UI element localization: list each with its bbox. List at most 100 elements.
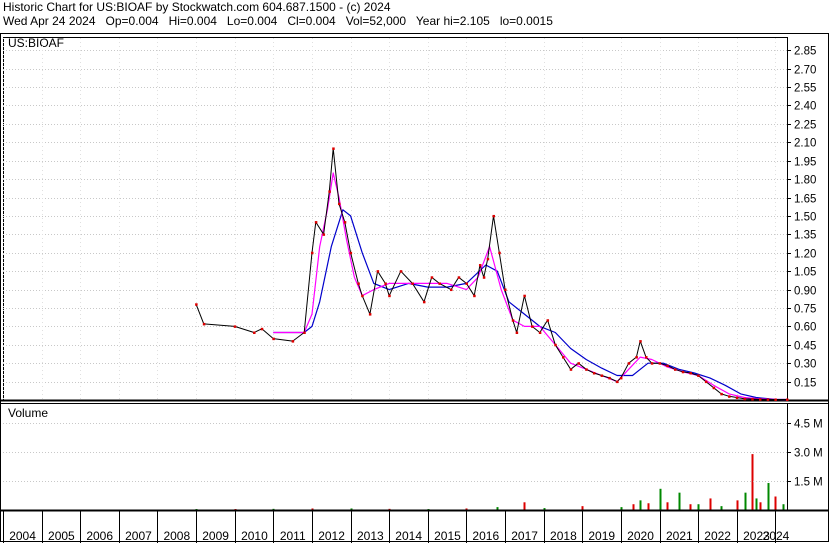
price-tick-label: 2.10 <box>794 138 816 150</box>
price-close-point <box>554 343 557 347</box>
price-tick-label: 0.90 <box>794 286 816 298</box>
price-close-point <box>195 303 198 306</box>
price-close-point <box>538 331 542 335</box>
x-tick-label: 2017 <box>511 529 538 543</box>
price-close-point <box>233 325 237 328</box>
price-close-point <box>697 374 700 377</box>
price-tick-label: 2.85 <box>794 46 816 58</box>
price-close-point <box>712 386 716 390</box>
price-close-point <box>310 251 314 255</box>
price-close-point <box>635 356 638 359</box>
price-close-point <box>585 368 588 371</box>
price-close-point <box>619 376 623 380</box>
price-tick-label: 2.25 <box>794 120 816 132</box>
x-tick-label: 2007 <box>125 529 152 543</box>
price-close-point <box>751 398 754 401</box>
x-tick-label: 2015 <box>434 529 461 543</box>
price-tick-label: 2.40 <box>794 101 816 113</box>
price-close-point <box>486 257 490 261</box>
price-close-point <box>689 372 692 375</box>
price-close-point <box>482 276 486 279</box>
price-close-point <box>786 398 789 402</box>
x-tick-label: 2010 <box>241 529 268 543</box>
price-close-point <box>658 362 662 365</box>
price-close-point <box>357 282 360 285</box>
price-close-point <box>430 276 434 279</box>
price-close-point <box>627 362 631 365</box>
price-close-point <box>704 380 708 384</box>
price-close-point <box>645 356 648 359</box>
price-tick-label: 0.45 <box>794 341 816 353</box>
x-tick-label: 2018 <box>550 529 577 543</box>
price-close-point <box>328 190 331 193</box>
x-tick-label: 2014 <box>395 529 422 543</box>
price-close-point <box>492 214 495 218</box>
price-tick-label: 1.95 <box>794 157 816 169</box>
price-close-point <box>253 331 256 335</box>
x-tick-label: 2016 <box>472 529 499 543</box>
price-close-point <box>422 300 426 304</box>
x-tick-label: 2011 <box>280 529 306 543</box>
price-close-point <box>774 398 777 402</box>
price-panel-title: US:BIOAF <box>8 36 64 50</box>
price-close-point <box>399 270 403 273</box>
price-close-point <box>349 251 353 255</box>
price-close-point <box>376 270 380 273</box>
price-close-point <box>515 331 519 335</box>
price-close-point <box>478 264 482 267</box>
price-close-point <box>314 221 318 224</box>
price-close-point <box>388 294 391 298</box>
volume-tick-label: 4.5 M <box>794 419 823 431</box>
x-tick-label: 2022 <box>704 529 731 543</box>
price-close-point <box>600 374 604 377</box>
price-close-point <box>758 398 762 401</box>
price-close-point <box>361 294 364 298</box>
price-close-point <box>523 294 526 298</box>
price-close-point <box>498 251 501 255</box>
volume-tick-label: 3.0 M <box>794 448 823 460</box>
price-tick-label: 1.50 <box>794 212 816 224</box>
price-tick-label: 1.05 <box>794 267 816 279</box>
price-close-point <box>728 395 731 398</box>
price-tick-label: 1.80 <box>794 175 816 187</box>
price-close-point <box>766 398 770 401</box>
price-close-point <box>438 282 441 285</box>
price-close-point <box>332 147 335 150</box>
x-tick-label: 2024 <box>763 529 790 543</box>
price-tick-label: 1.35 <box>794 230 816 242</box>
price-close-point <box>608 376 611 380</box>
price-close-point <box>450 288 453 292</box>
price-close-point <box>546 319 550 322</box>
price-close-point <box>562 356 565 359</box>
price-close-point <box>473 294 476 298</box>
price-close-point <box>465 282 468 285</box>
x-tick-label: 2020 <box>627 529 654 543</box>
price-close-point <box>272 337 275 341</box>
price-close-point <box>639 340 642 343</box>
price-tick-label: 2.55 <box>794 83 816 95</box>
price-close-point <box>735 396 739 400</box>
price-tick-label: 0.30 <box>794 359 816 371</box>
x-tick-label: 2019 <box>588 529 615 543</box>
price-close-point <box>616 380 619 384</box>
price-close-point <box>511 319 515 322</box>
price-close-point <box>384 282 387 285</box>
price-close-point <box>720 392 723 396</box>
price-tick-label: 1.65 <box>794 194 816 206</box>
price-close-point <box>322 233 326 236</box>
x-tick-label: 2008 <box>163 529 190 543</box>
x-tick-label: 2013 <box>357 529 384 543</box>
x-tick-label: 2009 <box>202 529 229 543</box>
x-tick-label: 2004 <box>9 529 36 543</box>
stock-chart: US:BIOAF 2.85 2.70 2.55 2.40 2.25 2.10 1.95 1.8… <box>0 33 829 543</box>
price-close-point <box>577 362 580 365</box>
price-close-point <box>368 313 372 316</box>
volume-panel-title: Volume <box>8 406 48 420</box>
price-tick-label: 0.60 <box>794 322 816 334</box>
price-close-point <box>592 372 596 375</box>
price-close-point <box>743 397 747 401</box>
price-close-point <box>202 322 206 326</box>
price-close-point <box>531 325 534 328</box>
volume-tick-label: 1.5 M <box>794 477 823 489</box>
price-close-point <box>569 368 573 371</box>
